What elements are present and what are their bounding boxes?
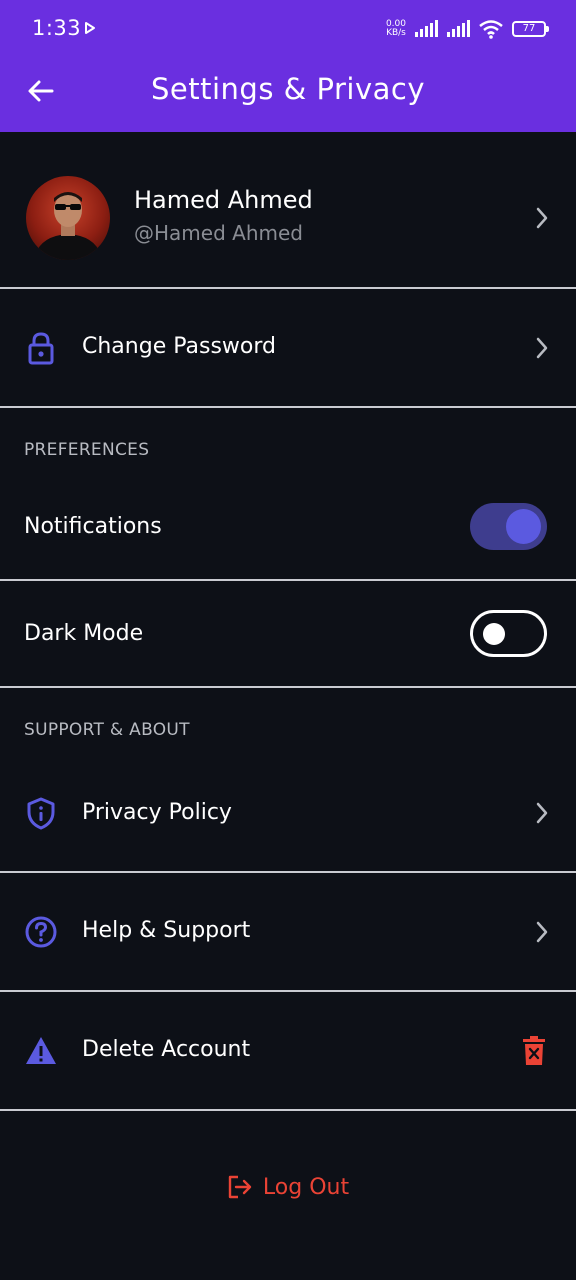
avatar [26,176,110,260]
divider [0,579,576,581]
dark-mode-label: Dark Mode [24,621,144,646]
warning-icon [26,1037,56,1064]
preferences-section-header: PREFERENCES [24,440,150,460]
page-title: Settings & Privacy [151,72,425,106]
settings-screen: 1:33 0.00 KB/s 77 Settings & Privacy Ham… [0,0,576,1280]
dark-mode-toggle[interactable] [470,610,547,657]
net-speed: 0.00 KB/s [386,20,406,38]
divider [0,686,576,688]
net-speed-unit: KB/s [386,28,406,38]
notifications-label: Notifications [24,514,162,539]
profile-handle: @Hamed Ahmed [134,221,303,245]
logout-icon [228,1175,252,1199]
shield-info-icon [27,797,55,830]
lock-icon [28,332,54,365]
notifications-toggle[interactable] [470,503,547,550]
change-password-row[interactable]: Change Password [0,289,576,407]
privacy-policy-label: Privacy Policy [82,800,232,825]
delete-account-label: Delete Account [82,1037,251,1062]
chevron-right-icon [536,337,548,359]
status-icons: 0.00 KB/s 77 [386,16,549,42]
chevron-right-icon [536,802,548,824]
help-support-row[interactable]: Help & Support [0,873,576,990]
toggle-knob [506,509,541,544]
trash-icon[interactable] [521,1036,547,1066]
change-password-label: Change Password [82,334,276,359]
battery-icon: 77 [512,21,549,37]
chevron-right-icon [536,921,548,943]
status-time: 1:33 [32,16,82,40]
divider [0,1109,576,1111]
delete-account-row[interactable]: Delete Account [0,992,576,1109]
privacy-policy-row[interactable]: Privacy Policy [0,760,576,871]
wifi-icon [479,20,503,39]
logout-button[interactable]: Log Out [0,1174,576,1200]
support-section-header: SUPPORT & ABOUT [24,720,190,740]
toggle-knob [483,623,505,645]
signal-icon-2 [447,20,470,37]
avatar-portrait-icon [34,192,102,260]
logout-label: Log Out [262,1174,350,1200]
play-icon [85,22,95,34]
divider [0,406,576,408]
signal-icon [415,20,438,37]
profile-name: Hamed Ahmed [134,186,313,214]
battery-level: 77 [522,23,536,34]
help-circle-icon [25,916,57,948]
chevron-right-icon [536,207,548,229]
profile-row[interactable]: Hamed Ahmed @Hamed Ahmed [0,132,576,288]
app-header: 1:33 0.00 KB/s 77 Settings & Privacy [0,0,576,132]
help-support-label: Help & Support [82,918,251,943]
